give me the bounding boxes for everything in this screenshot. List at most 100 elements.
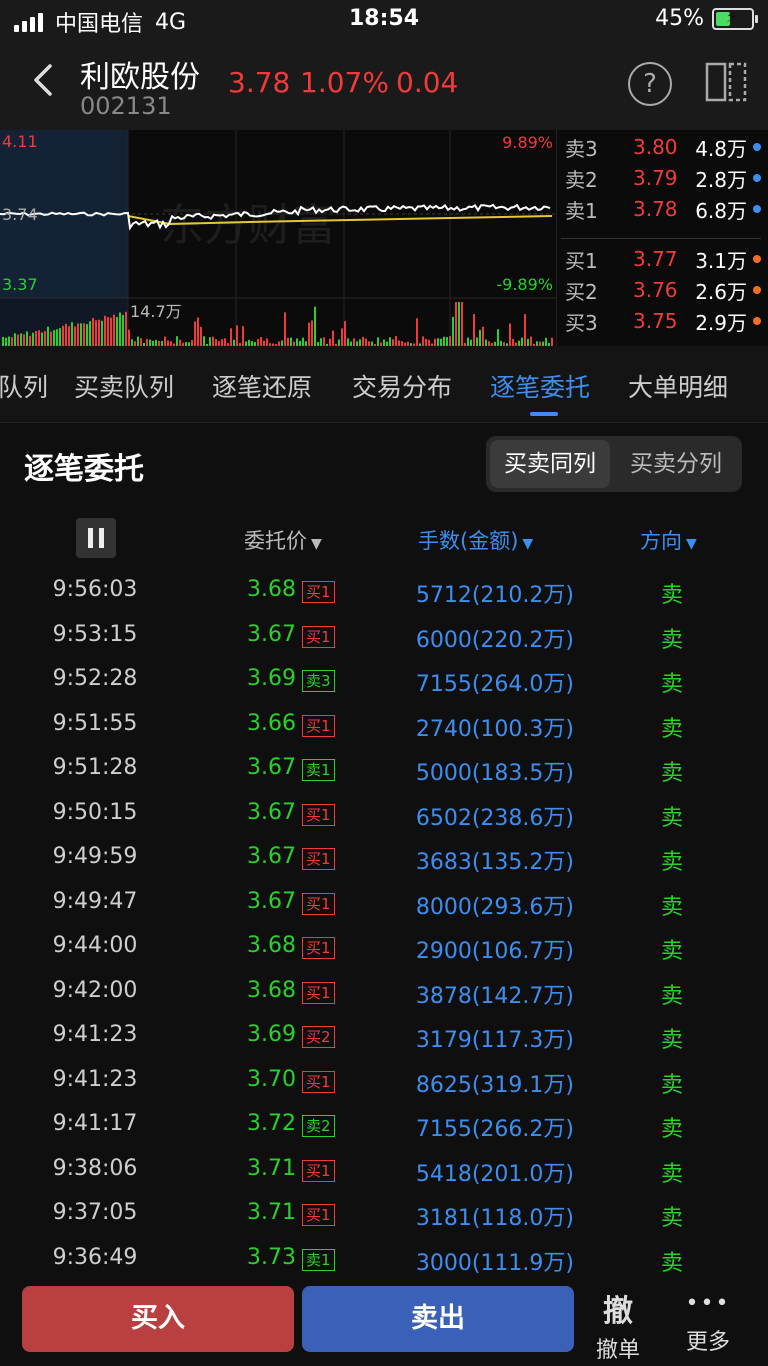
- table-row[interactable]: 9:38:06 3.71 买1 5418(201.0万) 卖: [0, 1156, 768, 1200]
- order-time: 9:49:59: [52, 844, 138, 869]
- status-time: 18:54: [348, 6, 420, 31]
- order-volume: 8625(319.1万): [415, 1072, 574, 1098]
- table-row[interactable]: 9:41:17 3.72 卖2 7155(266.2万) 卖: [0, 1111, 768, 1155]
- order-time: 9:50:15: [52, 799, 138, 825]
- cancel-order-button[interactable]: 撤 撤单: [578, 1286, 658, 1364]
- volume-bar: [482, 326, 484, 346]
- table-row[interactable]: 9:41:23 3.70 买1 8625(319.1万) 卖: [0, 1067, 768, 1111]
- volume-bar: [194, 321, 196, 346]
- tab-0[interactable]: 队列: [0, 368, 48, 404]
- order-time: 9:56:03: [52, 577, 138, 602]
- table-row[interactable]: 9:49:47 3.67 买1 8000(293.6万) 卖: [0, 889, 768, 933]
- volume-bar: [176, 336, 178, 346]
- volume-bar: [17, 334, 19, 346]
- buy-button[interactable]: 买入: [22, 1286, 294, 1352]
- tab-1[interactable]: 买卖队列: [74, 368, 174, 404]
- same-column-button[interactable]: 买卖同列: [490, 440, 610, 488]
- status-right: 45% ⚡: [655, 6, 758, 31]
- order-volume: 6502(238.6万): [415, 805, 574, 831]
- order-direction: 卖: [660, 1117, 683, 1142]
- table-row[interactable]: 9:56:03 3.68 买1 5712(210.2万) 卖: [0, 577, 768, 621]
- order-direction: 卖: [660, 1161, 683, 1187]
- tab-4[interactable]: 逐笔委托: [490, 368, 590, 404]
- pause-icon-bar: [99, 528, 104, 548]
- table-row[interactable]: 9:49:59 3.67 买1 3683(135.2万) 卖: [0, 844, 768, 888]
- back-icon[interactable]: [24, 60, 64, 100]
- sort-volume-header[interactable]: 手数(金额) ▼: [418, 525, 533, 555]
- order-book-dot: [753, 205, 761, 213]
- volume-bar: [302, 337, 304, 346]
- table-row[interactable]: 9:51:55 3.66 买1 2740(100.3万) 卖: [0, 711, 768, 755]
- table-row[interactable]: 9:51:28 3.67 卖1 5000(183.5万) 卖: [0, 755, 768, 799]
- pause-button[interactable]: [76, 518, 116, 558]
- table-row[interactable]: 9:37:05 3.71 买1 3181(118.0万) 卖: [0, 1200, 768, 1244]
- order-book-level: 买2: [565, 279, 598, 304]
- volume-bar: [284, 312, 286, 346]
- order-time: 9:51:55: [52, 710, 138, 736]
- volume-bar: [266, 338, 268, 346]
- volume-bar: [26, 331, 28, 346]
- more-button[interactable]: ••• 更多: [668, 1286, 748, 1356]
- volume-bar: [137, 336, 139, 346]
- order-volume: 7155(264.0万): [415, 672, 574, 697]
- intraday-chart[interactable]: 东方财富 4.11 3.74 3.37 9.89% -9.89% 14.7万: [0, 130, 556, 346]
- volume-bar: [449, 336, 451, 346]
- volume-bar: [71, 322, 73, 346]
- order-book-price: 3.80: [633, 135, 678, 159]
- volume-bar: [455, 302, 457, 346]
- sort-direction-header[interactable]: 方向 ▼: [640, 525, 697, 555]
- order-book-row: 买3 3.75 2.9万: [557, 306, 768, 336]
- order-price: 3.66: [247, 710, 296, 736]
- volume-bar: [8, 336, 10, 346]
- volume-bar: [329, 338, 331, 346]
- volume-bar: [140, 338, 142, 346]
- table-row[interactable]: 9:50:15 3.67 买1 6502(238.6万) 卖: [0, 800, 768, 844]
- order-book-volume: 3.1万: [695, 248, 747, 273]
- order-direction: 卖: [660, 1206, 683, 1231]
- order-direction: 卖: [660, 672, 683, 697]
- order-level-tag: 买1: [302, 581, 335, 603]
- order-book-price: 3.76: [633, 278, 678, 302]
- volume-bar: [524, 314, 526, 346]
- volume-bar: [314, 306, 316, 346]
- sell-button[interactable]: 卖出: [302, 1286, 574, 1352]
- volume-bar: [110, 317, 112, 346]
- volume-bar: [332, 330, 334, 346]
- volume-bar: [257, 339, 259, 346]
- order-level-tag: 买1: [302, 848, 335, 870]
- layout-switch-icon[interactable]: [704, 60, 748, 104]
- order-time: 9:36:49: [52, 1244, 138, 1270]
- volume-bar: [14, 333, 16, 346]
- order-direction: 卖: [660, 939, 683, 964]
- order-price: 3.68: [247, 977, 296, 1003]
- volume-bar: [32, 332, 34, 346]
- order-time: 9:41:17: [52, 1111, 138, 1136]
- order-volume: 6000(220.2万): [415, 627, 574, 653]
- tab-5[interactable]: 大单明细: [628, 368, 728, 404]
- tab-3[interactable]: 交易分布: [352, 368, 452, 404]
- table-row[interactable]: 9:52:28 3.69 卖3 7155(264.0万) 卖: [0, 666, 768, 710]
- order-volume: 5000(183.5万): [415, 761, 574, 786]
- split-column-button[interactable]: 买卖分列: [614, 440, 738, 488]
- order-book-price: 3.78: [633, 197, 678, 221]
- help-icon[interactable]: ?: [628, 62, 672, 106]
- volume-bar: [212, 336, 214, 346]
- tab-2[interactable]: 逐笔还原: [212, 368, 312, 404]
- order-direction: 卖: [660, 583, 683, 608]
- sort-price-header[interactable]: 委托价 ▼: [244, 525, 322, 555]
- table-row[interactable]: 9:42:00 3.68 买1 3878(142.7万) 卖: [0, 978, 768, 1022]
- table-row[interactable]: 9:44:00 3.68 买1 2900(106.7万) 卖: [0, 933, 768, 977]
- table-row[interactable]: 9:53:15 3.67 买1 6000(220.2万) 卖: [0, 622, 768, 666]
- order-direction: 卖: [660, 850, 683, 875]
- order-price: 3.68: [247, 933, 296, 958]
- more-icon: •••: [685, 1291, 731, 1316]
- order-price: 3.72: [247, 1111, 296, 1136]
- volume-bar: [83, 323, 85, 346]
- order-volume: 5418(201.0万): [415, 1161, 574, 1187]
- table-row[interactable]: 9:41:23 3.69 买2 3179(117.3万) 卖: [0, 1022, 768, 1066]
- volume-bar: [35, 330, 37, 346]
- volume-bar: [80, 323, 82, 346]
- volume-bar: [44, 331, 46, 346]
- volume-bar: [443, 336, 445, 346]
- order-level-tag: 卖3: [302, 670, 335, 692]
